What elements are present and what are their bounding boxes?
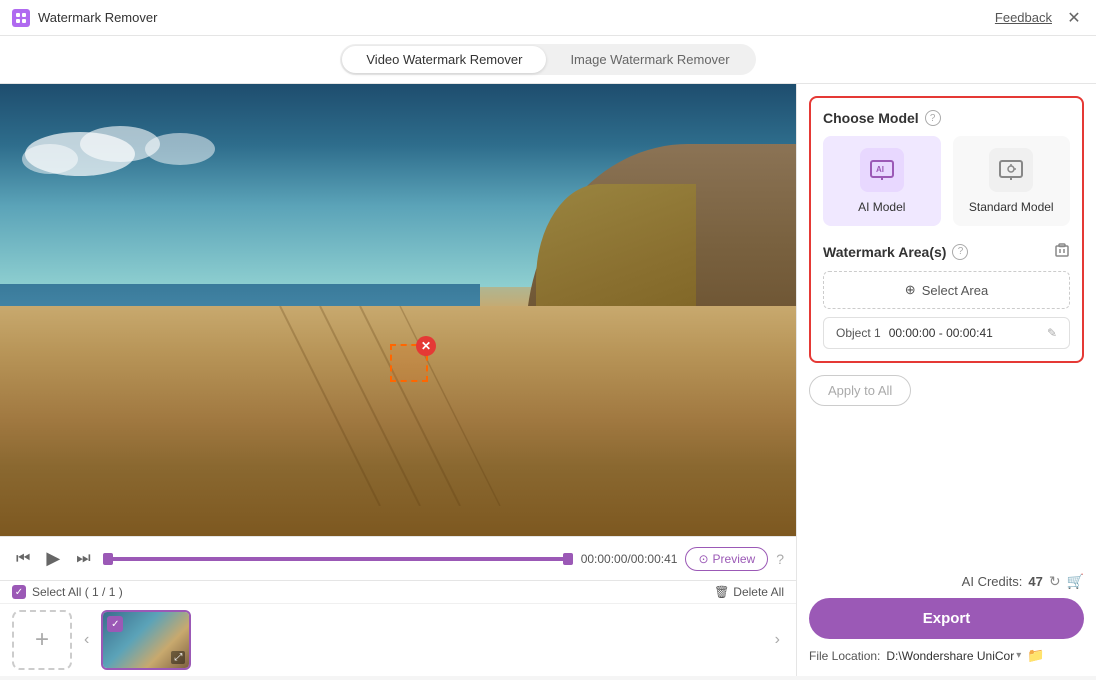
ai-credits-number: 47 — [1028, 574, 1042, 589]
video-controls: ⏮ ▶ ⏭ 00:00:00/00:00:41 ⊙ Preview ? — [0, 536, 796, 580]
open-folder-icon[interactable]: 📁 — [1027, 647, 1044, 664]
help-icon[interactable]: ? — [776, 551, 784, 567]
crosshair-icon: ⊕ — [905, 282, 916, 298]
close-button[interactable]: ✕ — [1064, 8, 1084, 28]
beach-tracks — [200, 306, 540, 506]
tab-image-watermark[interactable]: Image Watermark Remover — [546, 46, 753, 73]
model-watermark-section: Choose Model ? AI AI Model — [809, 96, 1084, 363]
clouds — [20, 114, 220, 194]
progress-container — [103, 557, 573, 561]
main-content: ✕ ⏮ ▶ ⏭ 00:00:00/00:00:41 ⊙ Preview ? — [0, 84, 1096, 676]
video-area: ✕ — [0, 84, 796, 536]
file-path-text: D:\Wondershare UniCor — [886, 649, 1014, 663]
ai-credits-label: AI Credits: — [962, 574, 1023, 589]
apply-section: Apply to All — [809, 375, 1084, 406]
time-display: 00:00:00/00:00:41 — [581, 552, 678, 566]
feedback-link[interactable]: Feedback — [995, 10, 1052, 25]
next-frame-button[interactable]: ⏭ — [72, 548, 94, 570]
preview-icon: ⊙ — [698, 552, 708, 566]
delete-all-icon: 🗑 — [714, 585, 729, 599]
ai-model-label: AI Model — [858, 200, 905, 214]
thumbnail-checkbox[interactable]: ✓ — [107, 616, 123, 632]
export-button[interactable]: Export — [809, 598, 1084, 639]
watermark-areas-title: Watermark Area(s) — [823, 244, 946, 260]
strip-bottom-row: + ‹ ✓ ⤢ › — [0, 604, 796, 676]
choose-model-help[interactable]: ? — [925, 110, 941, 126]
thumbnail-expand-icon: ⤢ — [171, 651, 185, 664]
progress-track[interactable] — [103, 557, 573, 561]
watermark-areas-help[interactable]: ? — [952, 244, 968, 260]
spacer — [809, 418, 1084, 561]
standard-model-label: Standard Model — [969, 200, 1054, 214]
watermark-areas-header: Watermark Area(s) ? — [823, 242, 1070, 261]
add-file-button[interactable]: + — [12, 610, 72, 670]
tab-group: Video Watermark Remover Image Watermark … — [340, 44, 755, 75]
watermark-selection-box[interactable]: ✕ — [390, 344, 428, 382]
select-all-control[interactable]: ✓ Select All ( 1 / 1 ) — [12, 585, 123, 599]
edit-time-icon[interactable]: ✎ — [1047, 326, 1057, 340]
choose-model-title: Choose Model — [823, 110, 919, 126]
title-bar: Watermark Remover Feedback ✕ — [0, 0, 1096, 36]
select-area-button[interactable]: ⊕ Select Area — [823, 271, 1070, 309]
thumbnail-item[interactable]: ✓ ⤢ — [101, 610, 191, 670]
video-overlay: ✕ — [0, 84, 796, 536]
strip-top-row: ✓ Select All ( 1 / 1 ) 🗑 Delete All — [0, 581, 796, 604]
file-path: D:\Wondershare UniCor ▾ — [886, 649, 1021, 663]
clear-watermarks-button[interactable] — [1054, 242, 1070, 261]
file-location-row: File Location: D:\Wondershare UniCor ▾ 📁 — [809, 647, 1084, 664]
ai-model-icon: AI — [860, 148, 904, 192]
choose-model-header: Choose Model ? — [823, 110, 1070, 126]
select-area-label: Select Area — [922, 283, 989, 298]
strip-nav-left[interactable]: ‹ — [80, 629, 93, 651]
model-options: AI AI Model — [823, 136, 1070, 226]
path-dropdown-icon[interactable]: ▾ — [1016, 650, 1021, 661]
ai-credits-row: AI Credits: 47 ↻ 🛒 — [809, 573, 1084, 590]
delete-all-button[interactable]: 🗑 Delete All — [714, 585, 784, 599]
buy-credits-icon[interactable]: 🛒 — [1067, 573, 1084, 590]
progress-thumb-left[interactable] — [103, 553, 113, 565]
right-panel: Choose Model ? AI AI Model — [796, 84, 1096, 676]
file-strip: ✓ Select All ( 1 / 1 ) 🗑 Delete All + ‹ … — [0, 580, 796, 676]
select-all-label: Select All ( 1 / 1 ) — [32, 585, 123, 599]
object-time: 00:00:00 - 00:00:41 — [889, 326, 1039, 340]
progress-thumb-right[interactable] — [563, 553, 573, 565]
preview-label: Preview — [713, 552, 756, 566]
left-column: ✕ ⏮ ▶ ⏭ 00:00:00/00:00:41 ⊙ Preview ? — [0, 84, 796, 676]
bottom-right: AI Credits: 47 ↻ 🛒 Export File Location:… — [809, 573, 1084, 664]
select-all-checkbox[interactable]: ✓ — [12, 585, 26, 599]
tab-bar: Video Watermark Remover Image Watermark … — [0, 36, 1096, 84]
svg-text:AI: AI — [876, 165, 884, 174]
title-bar-left: Watermark Remover — [12, 9, 157, 27]
watermark-remove-icon[interactable]: ✕ — [416, 336, 436, 356]
app-icon — [12, 9, 30, 27]
standard-model-icon — [989, 148, 1033, 192]
file-location-label: File Location: — [809, 649, 880, 663]
title-bar-right: Feedback ✕ — [995, 8, 1084, 28]
watermark-header-left: Watermark Area(s) ? — [823, 244, 968, 260]
refresh-credits-icon[interactable]: ↻ — [1049, 573, 1061, 590]
preview-button[interactable]: ⊙ Preview — [685, 547, 768, 571]
standard-model-card[interactable]: Standard Model — [953, 136, 1071, 226]
progress-fill — [103, 557, 573, 561]
apply-to-all-button[interactable]: Apply to All — [809, 375, 911, 406]
tab-video-watermark[interactable]: Video Watermark Remover — [342, 46, 546, 73]
strip-nav-right[interactable]: › — [771, 629, 784, 651]
delete-all-label: Delete All — [733, 585, 784, 599]
object-row: Object 1 00:00:00 - 00:00:41 ✎ — [823, 317, 1070, 349]
prev-frame-button[interactable]: ⏮ — [12, 548, 34, 570]
app-title: Watermark Remover — [38, 10, 157, 25]
play-button[interactable]: ▶ — [42, 546, 64, 571]
object-label: Object 1 — [836, 326, 881, 340]
ai-model-card[interactable]: AI AI Model — [823, 136, 941, 226]
